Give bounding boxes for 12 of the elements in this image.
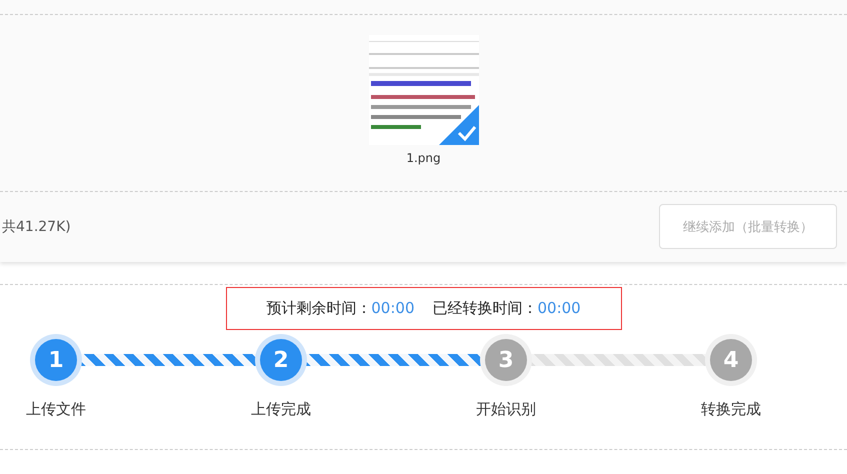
step-label: 开始识别 xyxy=(476,400,536,419)
file-name: 1.png xyxy=(406,151,441,165)
step-number: 4 xyxy=(705,334,757,386)
step-number: 1 xyxy=(30,334,82,386)
elapsed-time: 已经转换时间：00:00 xyxy=(432,299,581,318)
step-label: 上传文件 xyxy=(26,400,86,419)
step-label: 上传完成 xyxy=(251,400,311,419)
total-size: 共41.27K) xyxy=(2,218,71,236)
step-number: 3 xyxy=(480,334,532,386)
step-number: 2 xyxy=(255,334,307,386)
step-label: 转换完成 xyxy=(701,400,761,419)
remaining-time: 预计剩余时间：00:00 xyxy=(266,299,414,318)
